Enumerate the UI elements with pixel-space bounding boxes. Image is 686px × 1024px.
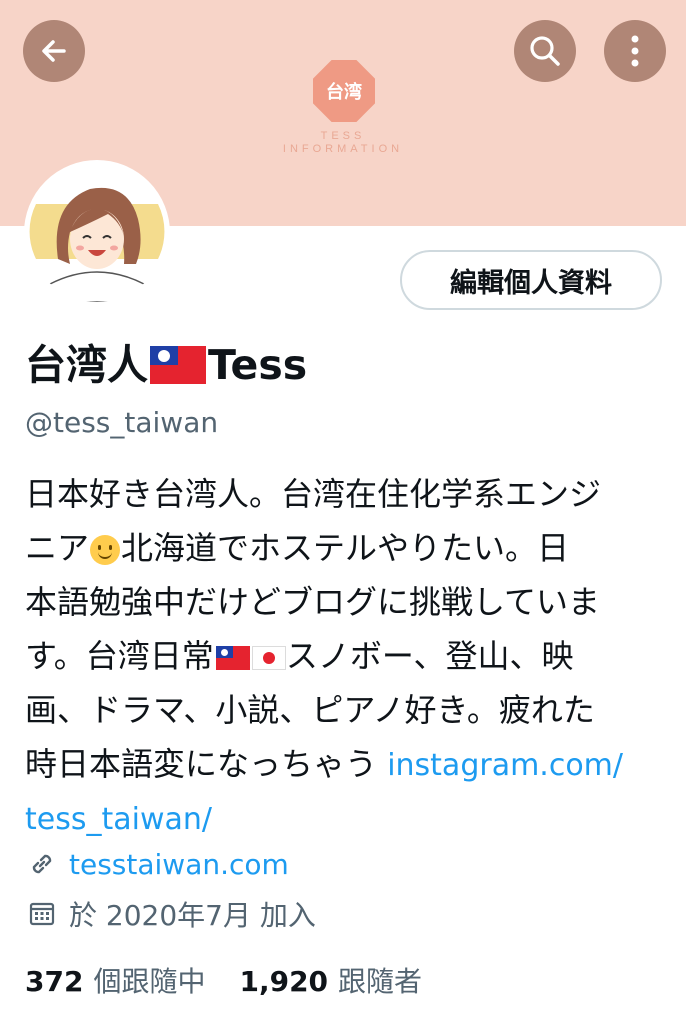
profile-joined-date: 於 2020年7月 加入 xyxy=(25,892,316,936)
profile-bio: 日本好き台湾人。台湾在住化学系エンジ ニア 北海道でホステルやりたい。日 本語勉強… xyxy=(25,467,655,845)
website-link[interactable]: tesstaiwan.com xyxy=(69,848,289,881)
avatar[interactable] xyxy=(24,160,170,306)
logo-sub-line2: INFORMATION xyxy=(282,143,404,155)
bio-line-5: 画、ドラマ、小説、ピアノ好き。疲れた xyxy=(25,691,595,729)
name-suffix: Tess xyxy=(208,341,308,389)
banner-logo: 台湾 xyxy=(306,60,382,124)
back-button[interactable] xyxy=(23,20,85,82)
followers-count: 1,920 xyxy=(239,965,329,998)
edit-profile-button[interactable]: 編輯個人資料 xyxy=(400,250,662,310)
bio-line-6: 時日本語変になっちゃう instagram.com/ xyxy=(25,737,655,791)
search-icon xyxy=(530,36,560,66)
following-count: 372 xyxy=(25,965,84,998)
name-prefix: 台湾人 xyxy=(25,341,148,389)
taiwan-flag-emoji-icon xyxy=(215,646,250,670)
more-vertical-icon xyxy=(631,35,639,67)
logo-sub-line1: TESS xyxy=(320,130,366,142)
following-link[interactable]: 372 個跟隨中 xyxy=(25,960,205,1000)
japan-flag-emoji-icon xyxy=(251,646,286,670)
smiling-face-emoji-icon xyxy=(90,535,121,565)
profile-name: 台湾人 Tess xyxy=(25,340,307,390)
bio-line-4: す。台湾日常 スノボー、登山、映 xyxy=(25,629,655,683)
calendar-icon xyxy=(25,897,59,931)
follow-counts: 372 個跟隨中 1,920 跟隨者 xyxy=(25,958,422,1002)
more-button[interactable] xyxy=(604,20,666,82)
avatar-illustration xyxy=(28,164,166,302)
bio-line-4a: す。台湾日常 xyxy=(25,637,214,675)
bio-line-4b: スノボー、登山、映 xyxy=(285,637,574,675)
bio-instagram-link-cont[interactable]: tess_taiwan/ xyxy=(25,802,212,837)
logo-badge: 台湾 xyxy=(313,60,375,122)
following-label: 個跟隨中 xyxy=(93,965,206,998)
bio-line-2a: ニア xyxy=(25,529,90,567)
bio-line-2b: 北海道でホステルやりたい。日 xyxy=(121,529,570,567)
bio-line-3: 本語勉強中だけどブログに挑戦していま xyxy=(25,583,601,621)
profile-website: tesstaiwan.com xyxy=(25,842,289,886)
joined-text: 於 2020年7月 加入 xyxy=(69,899,316,932)
bio-line-2: ニア 北海道でホステルやりたい。日 xyxy=(25,521,655,575)
arrow-left-icon xyxy=(42,40,66,62)
link-icon xyxy=(25,847,59,881)
search-button[interactable] xyxy=(514,20,576,82)
bio-line-6-text: 時日本語変になっちゃう xyxy=(25,745,388,783)
followers-link[interactable]: 1,920 跟隨者 xyxy=(239,960,422,1000)
bio-line-1: 日本好き台湾人。台湾在住化学系エンジ xyxy=(25,475,602,513)
taiwan-flag-icon xyxy=(150,346,206,384)
bio-instagram-link[interactable]: instagram.com/ xyxy=(387,748,623,783)
logo-subtitle: TESS INFORMATION xyxy=(262,130,424,156)
profile-handle: @tess_taiwan xyxy=(25,406,219,439)
bio-line-7: tess_taiwan/ xyxy=(25,791,655,845)
followers-label: 跟隨者 xyxy=(338,965,423,998)
